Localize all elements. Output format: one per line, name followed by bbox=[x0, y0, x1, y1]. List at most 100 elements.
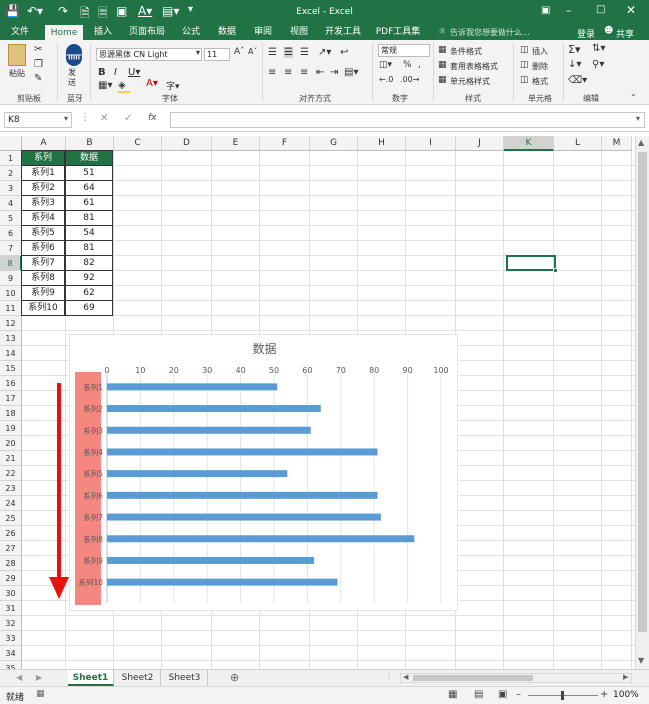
bold-icon[interactable]: B bbox=[98, 67, 106, 78]
scroll-right-icon[interactable]: ▶ bbox=[623, 673, 628, 681]
conditional-format-icon[interactable]: ▦ bbox=[438, 45, 447, 55]
column-header-c[interactable]: C bbox=[114, 136, 162, 151]
tab-home[interactable]: Home bbox=[45, 25, 83, 40]
row-header-23[interactable]: 23 bbox=[0, 481, 22, 496]
confirm-entry-icon[interactable]: ✓ bbox=[124, 113, 132, 124]
row-header-4[interactable]: 4 bbox=[0, 196, 22, 211]
sheet-tab-2[interactable]: Sheet2 bbox=[115, 670, 161, 686]
name-box-dropdown-icon[interactable]: ▾ bbox=[64, 114, 68, 123]
bluetooth-icon[interactable]: ᚅ bbox=[66, 44, 82, 66]
orientation-icon[interactable]: ↗▾ bbox=[318, 47, 331, 58]
border-icon[interactable]: ▦▾ bbox=[98, 80, 112, 91]
collapse-ribbon-icon[interactable]: ⌃ bbox=[630, 93, 637, 102]
table-format-button[interactable]: 套用表格格式 bbox=[450, 61, 498, 72]
tab-page-layout[interactable]: 页面布局 bbox=[124, 24, 170, 40]
column-header-a[interactable]: A bbox=[22, 136, 66, 151]
wrap-text-icon[interactable]: ↩ bbox=[340, 47, 348, 58]
align-left-icon[interactable]: ≡ bbox=[268, 67, 276, 78]
row-header-28[interactable]: 28 bbox=[0, 556, 22, 571]
tab-review[interactable]: 审阅 bbox=[248, 24, 278, 40]
tab-pdf-tools[interactable]: PDF工具集 bbox=[372, 24, 424, 40]
autosum-icon[interactable]: Σ▾ bbox=[568, 43, 580, 56]
row-header-31[interactable]: 31 bbox=[0, 601, 22, 616]
login-link[interactable]: 登录 bbox=[577, 27, 595, 40]
row-header-2[interactable]: 2 bbox=[0, 166, 22, 181]
phonetic-icon[interactable]: 字▾ bbox=[166, 79, 180, 92]
table-cell[interactable]: 81 bbox=[65, 210, 113, 226]
align-center-icon[interactable]: ≡ bbox=[284, 67, 292, 78]
table-format-icon[interactable]: ▦ bbox=[438, 60, 447, 70]
row-header-9[interactable]: 9 bbox=[0, 271, 22, 286]
font-name-select[interactable]: 思源黑体 CN Light bbox=[96, 48, 202, 61]
indent-decrease-icon[interactable]: ⇤ bbox=[316, 67, 324, 78]
row-header-29[interactable]: 29 bbox=[0, 571, 22, 586]
tab-formulas[interactable]: 公式 bbox=[176, 24, 206, 40]
underline-icon[interactable]: U▾ bbox=[128, 67, 140, 78]
cell-style-icon[interactable]: ▦ bbox=[438, 75, 447, 85]
row-header-17[interactable]: 17 bbox=[0, 391, 22, 406]
row-header-8[interactable]: 8 bbox=[0, 256, 22, 271]
row-header-6[interactable]: 6 bbox=[0, 226, 22, 241]
row-header-34[interactable]: 34 bbox=[0, 646, 22, 661]
worksheet-grid[interactable]: ABCDEFGHIJKLM 1 2 3 4 5 6 7 8 9 10 11 12 13 14 15 16 17 1… bbox=[0, 136, 635, 669]
column-header-h[interactable]: H bbox=[358, 136, 406, 151]
row-header-22[interactable]: 22 bbox=[0, 466, 22, 481]
table-cell[interactable]: 61 bbox=[65, 195, 113, 211]
font-color-button[interactable]: A▾ bbox=[146, 78, 158, 89]
prev-sheet-icon[interactable]: ◀ bbox=[16, 673, 22, 682]
format-cells-icon[interactable]: ◫ bbox=[520, 75, 529, 85]
paste-button[interactable]: 粘贴 bbox=[9, 68, 25, 79]
select-all-corner[interactable] bbox=[0, 136, 22, 151]
currency-icon[interactable]: ◫▾ bbox=[379, 60, 392, 70]
percent-icon[interactable]: % bbox=[403, 60, 412, 70]
comma-icon[interactable]: , bbox=[418, 60, 421, 70]
formula-options-icon[interactable]: ⋮ bbox=[80, 112, 90, 123]
table-cell[interactable]: 51 bbox=[65, 165, 113, 181]
row-header-25[interactable]: 25 bbox=[0, 511, 22, 526]
table-cell[interactable]: 系列8 bbox=[21, 270, 65, 286]
close-icon[interactable]: ✕ bbox=[626, 3, 636, 17]
row-header-20[interactable]: 20 bbox=[0, 436, 22, 451]
row-header-5[interactable]: 5 bbox=[0, 211, 22, 226]
decrease-font-icon[interactable]: Aˇ bbox=[248, 47, 257, 56]
column-header-d[interactable]: D bbox=[162, 136, 212, 151]
expand-formula-icon[interactable]: ▾ bbox=[636, 114, 640, 123]
row-header-3[interactable]: 3 bbox=[0, 181, 22, 196]
clear-icon[interactable]: ⌫▾ bbox=[568, 75, 587, 86]
table-cell[interactable]: 系列7 bbox=[21, 255, 65, 271]
table-header-cell[interactable]: 系列 bbox=[21, 150, 65, 166]
tell-me-box[interactable]: 告诉我您想要做什么... bbox=[450, 27, 530, 38]
increase-font-icon[interactable]: Aˆ bbox=[234, 47, 245, 57]
sheet-tab-1[interactable]: Sheet1 bbox=[68, 670, 114, 686]
row-header-14[interactable]: 14 bbox=[0, 346, 22, 361]
row-header-7[interactable]: 7 bbox=[0, 241, 22, 256]
share-icon[interactable]: ☻ bbox=[604, 26, 613, 36]
table-header-cell[interactable]: 数据 bbox=[65, 150, 113, 166]
align-right-icon[interactable]: ≡ bbox=[300, 67, 308, 78]
find-select-icon[interactable]: ⚲▾ bbox=[592, 59, 604, 70]
row-header-18[interactable]: 18 bbox=[0, 406, 22, 421]
italic-icon[interactable]: I bbox=[114, 67, 117, 78]
number-format-select[interactable]: 常规 bbox=[378, 44, 430, 57]
tab-view[interactable]: 视图 bbox=[284, 24, 314, 40]
table-cell[interactable]: 92 bbox=[65, 270, 113, 286]
row-header-1[interactable]: 1 bbox=[0, 151, 22, 166]
add-sheet-icon[interactable]: ⊕ bbox=[230, 671, 239, 684]
delete-cells-button[interactable]: 删除 bbox=[532, 61, 548, 72]
h-scroll-thumb[interactable] bbox=[413, 675, 533, 681]
page-layout-view-icon[interactable]: ▤ bbox=[474, 689, 483, 700]
merge-center-icon[interactable]: ▤▾ bbox=[344, 67, 358, 78]
align-bottom-icon[interactable]: ☰ bbox=[300, 47, 309, 58]
table-cell[interactable]: 系列2 bbox=[21, 180, 65, 196]
tab-data[interactable]: 数据 bbox=[212, 24, 242, 40]
decimal-decrease-icon[interactable]: .00→ bbox=[400, 75, 419, 84]
macro-record-icon[interactable]: ▦ bbox=[36, 689, 45, 699]
row-header-35[interactable]: 35 bbox=[0, 661, 22, 669]
column-header-b[interactable]: B bbox=[66, 136, 114, 151]
sheet-tab-3[interactable]: Sheet3 bbox=[162, 670, 208, 686]
table-cell[interactable]: 系列6 bbox=[21, 240, 65, 256]
zoom-level[interactable]: 100% bbox=[613, 690, 639, 700]
indent-increase-icon[interactable]: ⇥ bbox=[330, 67, 338, 78]
format-painter-icon[interactable]: ✎ bbox=[34, 73, 42, 84]
column-header-m[interactable]: M bbox=[602, 136, 632, 151]
